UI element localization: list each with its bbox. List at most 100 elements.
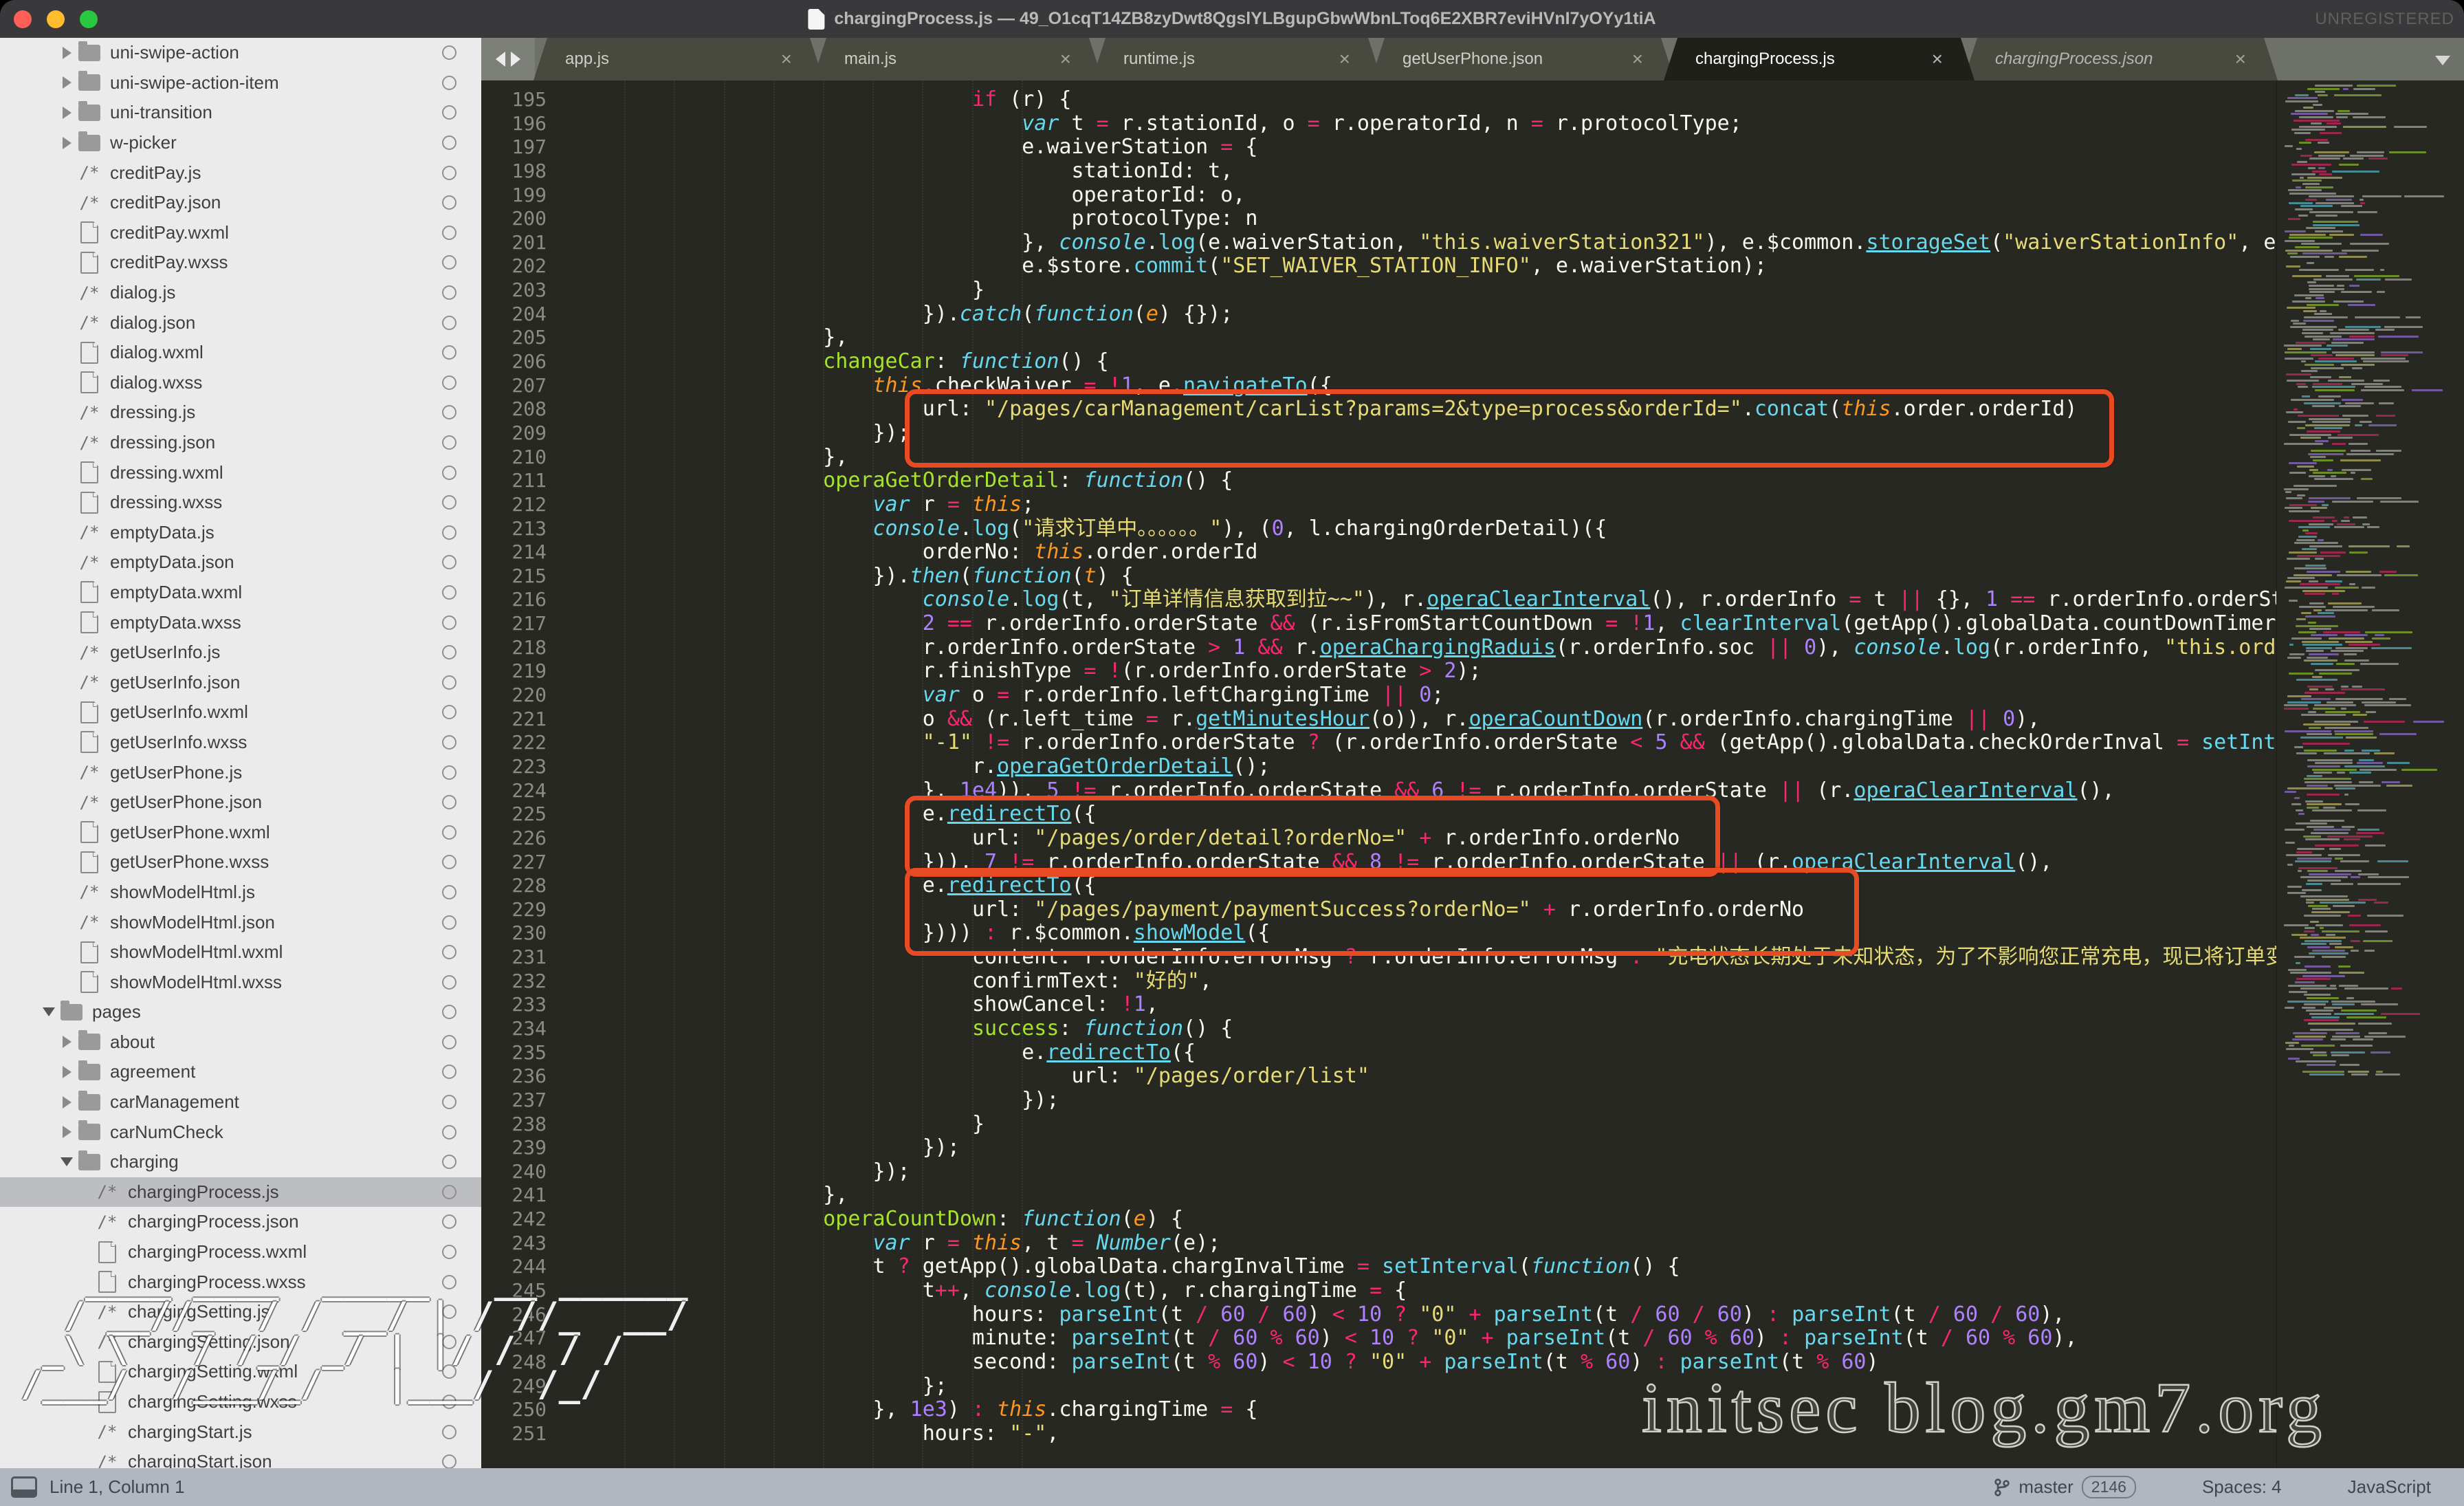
- close-tab-icon[interactable]: ×: [1612, 50, 1643, 69]
- sidebar-folder-uni-transition[interactable]: uni-transition: [0, 98, 481, 128]
- tab-list-dropdown-icon[interactable]: [2435, 56, 2450, 65]
- minimap-mark: [2306, 883, 2322, 885]
- code-line-196: 196 var t = r.stationId, o = r.operatorI…: [481, 112, 2277, 136]
- sidebar-file-getUserInfo.wxml[interactable]: getUserInfo.wxml: [0, 697, 481, 728]
- sidebar-folder-uni-swipe-action-item[interactable]: uni-swipe-action-item: [0, 68, 481, 98]
- close-window-button[interactable]: [14, 10, 32, 28]
- sidebar-file-showModelHtml.wxss[interactable]: showModelHtml.wxss: [0, 967, 481, 997]
- sidebar-file-chargingProcess.wxml[interactable]: chargingProcess.wxml: [0, 1237, 481, 1267]
- sidebar-file-dialog.json[interactable]: /*dialog.json: [0, 307, 481, 338]
- sidebar-file-creditPay.wxml[interactable]: creditPay.wxml: [0, 218, 481, 248]
- tab-runtime.js[interactable]: runtime.js×: [1092, 38, 1382, 80]
- minimap-mark: [2305, 199, 2317, 201]
- sidebar-file-chargingSetting.wxml[interactable]: chargingSetting.wxml: [0, 1357, 481, 1387]
- sidebar-file-chargingSetting.wxss[interactable]: chargingSetting.wxss: [0, 1387, 481, 1417]
- sidebar-file-emptyData.json[interactable]: /*emptyData.json: [0, 547, 481, 578]
- sidebar-file-emptyData.js[interactable]: /*emptyData.js: [0, 518, 481, 548]
- sidebar-file-getUserPhone.wxss[interactable]: getUserPhone.wxss: [0, 847, 481, 877]
- sidebar-file-dialog.wxml[interactable]: dialog.wxml: [0, 338, 481, 368]
- tab-chargingProcess.js[interactable]: chargingProcess.js×: [1664, 38, 1974, 80]
- sidebar-file-getUserPhone.json[interactable]: /*getUserPhone.json: [0, 787, 481, 818]
- sidebar-file-chargingProcess.wxss[interactable]: chargingProcess.wxss: [0, 1267, 481, 1297]
- tab-scroll-left-icon[interactable]: [496, 52, 505, 67]
- sidebar-folder-uni-swipe-action[interactable]: uni-swipe-action: [0, 38, 481, 68]
- chevron-right-icon[interactable]: [63, 1036, 72, 1048]
- panel-toggle-icon[interactable]: [11, 1476, 37, 1498]
- sidebar-file-showModelHtml.wxml[interactable]: showModelHtml.wxml: [0, 937, 481, 968]
- chevron-right-icon[interactable]: [63, 1126, 72, 1138]
- chevron-down-icon[interactable]: [43, 1007, 55, 1016]
- sidebar-file-chargingProcess.js[interactable]: /*chargingProcess.js: [0, 1177, 481, 1208]
- sidebar-file-creditPay.js[interactable]: /*creditPay.js: [0, 157, 481, 188]
- zoom-window-button[interactable]: [80, 10, 98, 28]
- chevron-right-icon[interactable]: [63, 107, 72, 119]
- tab-getUserPhone.json[interactable]: getUserPhone.json×: [1371, 38, 1675, 80]
- sidebar-file-chargingStart.json[interactable]: /*chargingStart.json: [0, 1447, 481, 1468]
- sidebar-file-chargingProcess.json[interactable]: /*chargingProcess.json: [0, 1207, 481, 1237]
- sidebar-file-getUserInfo.wxss[interactable]: getUserInfo.wxss: [0, 728, 481, 758]
- sidebar-file-emptyData.wxss[interactable]: emptyData.wxss: [0, 607, 481, 637]
- minimap-mark: [2373, 380, 2390, 382]
- minimap-mark: [2351, 472, 2355, 474]
- sidebar-file-creditPay.wxss[interactable]: creditPay.wxss: [0, 248, 481, 278]
- sidebar-folder-carManagement[interactable]: carManagement: [0, 1087, 481, 1117]
- sidebar-file-showModelHtml.json[interactable]: /*showModelHtml.json: [0, 907, 481, 937]
- syntax-selector[interactable]: JavaScript: [2315, 1476, 2431, 1498]
- sidebar-file-chargingSetting.js[interactable]: /*chargingSetting.js: [0, 1297, 481, 1327]
- sidebar-file-getUserInfo.json[interactable]: /*getUserInfo.json: [0, 667, 481, 697]
- sidebar-folder-pages[interactable]: pages: [0, 997, 481, 1027]
- code-editor[interactable]: 195 if (r) {196 var t = r.stationId, o =…: [481, 88, 2277, 1446]
- chevron-down-icon[interactable]: [60, 1157, 73, 1166]
- chevron-right-icon[interactable]: [63, 1066, 72, 1078]
- close-tab-icon[interactable]: ×: [1319, 50, 1350, 69]
- minimap[interactable]: [2276, 80, 2464, 1468]
- tab-scroll-arrows[interactable]: [481, 38, 535, 80]
- sidebar-file-showModelHtml.js[interactable]: /*showModelHtml.js: [0, 877, 481, 908]
- minimap-mark: [2296, 809, 2303, 811]
- minimap-mark: [2377, 860, 2408, 862]
- chevron-right-icon[interactable]: [63, 76, 72, 89]
- sidebar-file-creditPay.json[interactable]: /*creditPay.json: [0, 188, 481, 218]
- sidebar-file-dressing.wxml[interactable]: dressing.wxml: [0, 457, 481, 488]
- minimap-mark: [2320, 132, 2342, 134]
- file-label: chargingStart.json: [128, 1451, 272, 1468]
- sidebar-file-chargingStart.js[interactable]: /*chargingStart.js: [0, 1417, 481, 1447]
- minimap-mark: [2300, 155, 2312, 157]
- sidebar-file-getUserPhone.wxml[interactable]: getUserPhone.wxml: [0, 817, 481, 847]
- sidebar-file-dressing.wxss[interactable]: dressing.wxss: [0, 488, 481, 518]
- sidebar-folder-charging[interactable]: charging: [0, 1147, 481, 1177]
- sidebar-file-dialog.js[interactable]: /*dialog.js: [0, 278, 481, 308]
- close-tab-icon[interactable]: ×: [2214, 50, 2246, 69]
- sidebar-folder-w-picker[interactable]: w-picker: [0, 128, 481, 158]
- minimap-mark: [2349, 285, 2360, 287]
- tab-chargingProcess.json[interactable]: chargingProcess.json×: [1964, 38, 2278, 80]
- sidebar-file-dressing.json[interactable]: /*dressing.json: [0, 428, 481, 458]
- sidebar-file-getUserPhone.js[interactable]: /*getUserPhone.js: [0, 757, 481, 787]
- sidebar-folder-about[interactable]: about: [0, 1027, 481, 1058]
- chevron-right-icon[interactable]: [63, 1096, 72, 1109]
- sidebar-folder-carNumCheck[interactable]: carNumCheck: [0, 1117, 481, 1147]
- plain-file-icon: [77, 943, 102, 962]
- minimap-mark: [2344, 750, 2354, 752]
- sidebar-file-chargingSetting.json[interactable]: /*chargingSetting.json: [0, 1327, 481, 1357]
- close-tab-icon[interactable]: ×: [760, 50, 792, 69]
- close-tab-icon[interactable]: ×: [1911, 50, 1943, 69]
- sidebar-file-dialog.wxss[interactable]: dialog.wxss: [0, 368, 481, 398]
- minimap-mark: [2307, 177, 2342, 179]
- sidebar-file-emptyData.wxml[interactable]: emptyData.wxml: [0, 578, 481, 608]
- close-tab-icon[interactable]: ×: [1040, 50, 1071, 69]
- indentation-setting[interactable]: Spaces: 4: [2169, 1476, 2315, 1498]
- sidebar-folder-agreement[interactable]: agreement: [0, 1057, 481, 1087]
- git-branch-status[interactable]: master 2146: [1961, 1476, 2169, 1498]
- tab-scroll-right-icon[interactable]: [511, 52, 520, 67]
- minimap-mark: [2323, 807, 2335, 809]
- chevron-right-icon[interactable]: [63, 47, 72, 59]
- chevron-right-icon[interactable]: [63, 137, 72, 149]
- cursor-position-group[interactable]: Line 1, Column 1: [11, 1476, 185, 1498]
- sidebar-file-dressing.js[interactable]: /*dressing.js: [0, 397, 481, 428]
- file-status-circle-icon: [442, 915, 456, 930]
- tab-app.js[interactable]: app.js×: [534, 38, 824, 80]
- tab-main.js[interactable]: main.js×: [813, 38, 1103, 80]
- minimize-window-button[interactable]: [47, 10, 65, 28]
- sidebar-file-getUserInfo.js[interactable]: /*getUserInfo.js: [0, 637, 481, 668]
